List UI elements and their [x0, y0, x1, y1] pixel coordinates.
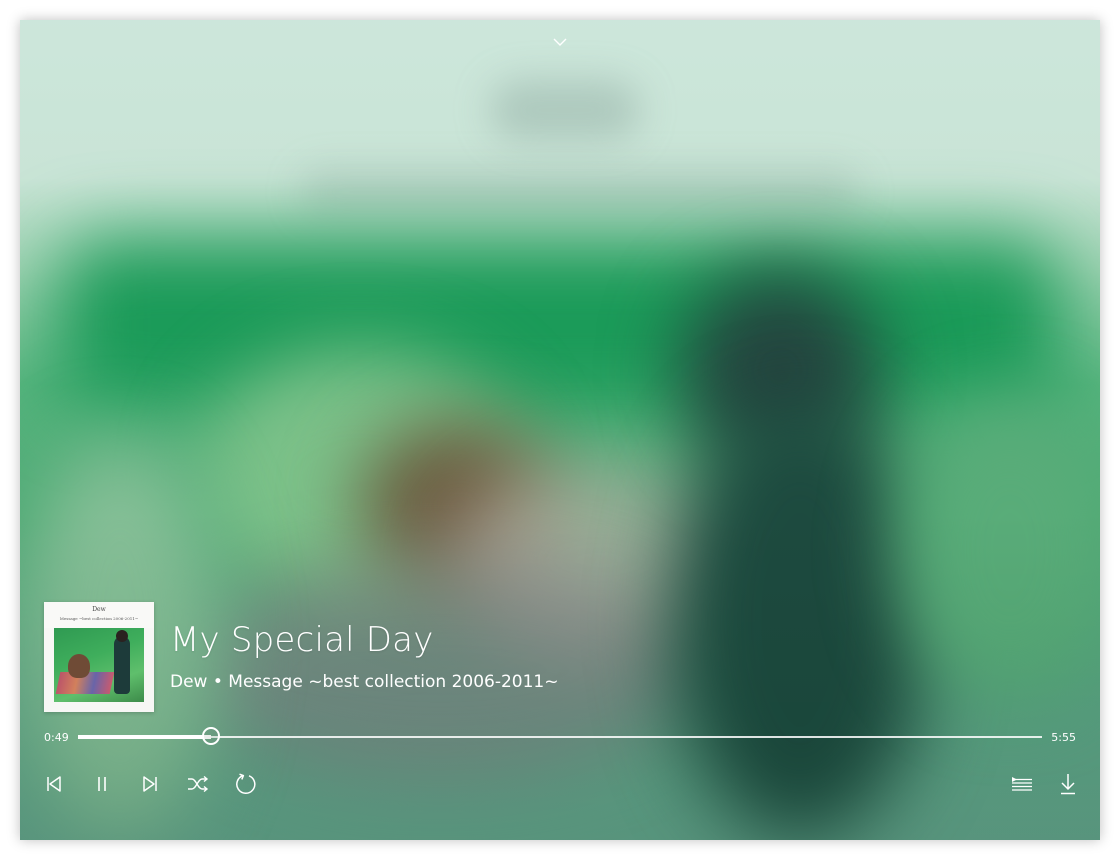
- next-track-button[interactable]: [136, 772, 164, 796]
- chevron-down-icon: [552, 32, 568, 51]
- total-time: 5:55: [1051, 731, 1076, 744]
- track-artist-album[interactable]: Dew • Message ~best collection 2006-2011…: [170, 672, 559, 692]
- elapsed-time: 0:49: [44, 731, 69, 744]
- collapse-player-button[interactable]: [548, 30, 572, 52]
- album-art-album-text: Message ~best collection 2006-2011~: [59, 616, 139, 621]
- previous-track-icon: [45, 775, 63, 793]
- repeat-button[interactable]: [232, 772, 260, 796]
- next-track-icon: [141, 775, 159, 793]
- download-icon: [1059, 773, 1077, 795]
- track-title: My Special Day: [170, 620, 434, 660]
- repeat-icon: [235, 773, 257, 795]
- queue-button[interactable]: [1008, 772, 1036, 796]
- previous-track-button[interactable]: [40, 772, 68, 796]
- shuffle-button[interactable]: [184, 772, 212, 796]
- pause-icon: [94, 775, 110, 793]
- shuffle-icon: [187, 776, 209, 792]
- pause-button[interactable]: [88, 772, 116, 796]
- queue-list-icon: [1011, 776, 1033, 792]
- seek-thumb[interactable]: [202, 727, 221, 745]
- blurred-album-backdrop: [20, 20, 1100, 840]
- seek-bar[interactable]: [78, 727, 1042, 745]
- album-art-artist-text: Dew: [92, 606, 106, 613]
- album-art-thumbnail[interactable]: Dew Message ~best collection 2006-2011~: [44, 602, 154, 712]
- album-art-photo: [54, 628, 144, 702]
- seek-bar-progress: [78, 735, 212, 739]
- download-button[interactable]: [1054, 772, 1082, 796]
- player-window: Dew Message ~best collection 2006-2011~ …: [20, 20, 1100, 840]
